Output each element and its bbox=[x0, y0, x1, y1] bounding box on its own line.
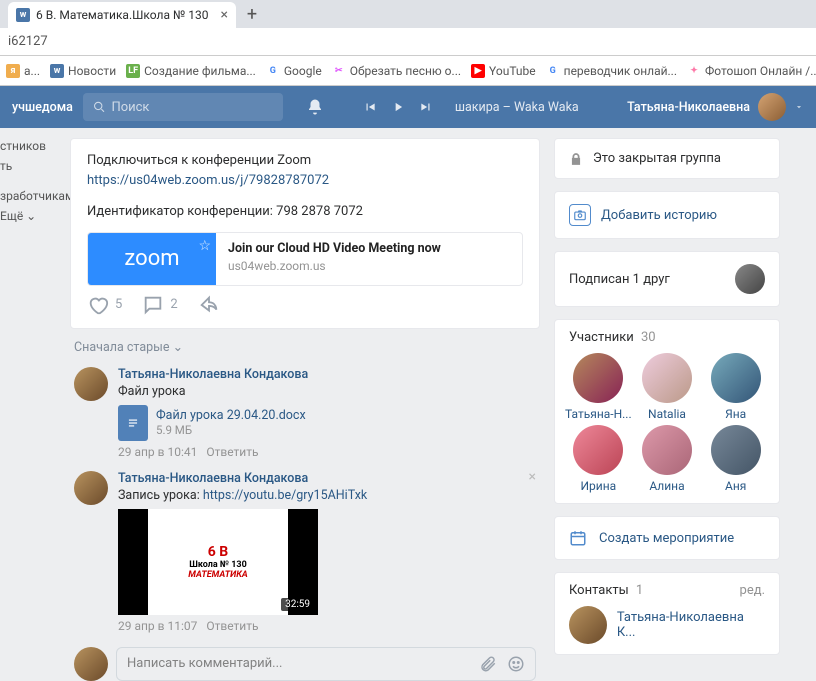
comment-avatar[interactable] bbox=[74, 471, 108, 505]
post-card: Подключиться к конференции Zoom https://… bbox=[70, 138, 540, 329]
close-tab-icon[interactable]: × bbox=[221, 7, 228, 23]
bookmark[interactable]: яa... bbox=[6, 64, 40, 78]
closed-group-notice: Это закрытая группа bbox=[554, 138, 780, 179]
nav-item[interactable]: зработчикам bbox=[0, 186, 60, 206]
link-title: Join our Cloud HD Video Meeting now bbox=[228, 241, 441, 256]
tab-title: 6 В. Математика.Школа № 130 bbox=[36, 8, 209, 22]
video-link[interactable]: https://youtu.be/gry15AHiTxk bbox=[203, 488, 367, 503]
add-story-button[interactable]: Добавить историю bbox=[554, 191, 780, 239]
subscribers-block[interactable]: Подписан 1 друг bbox=[554, 251, 780, 307]
vk-header: учшедома шакира – Waka Waka Татьяна-Нико… bbox=[0, 86, 816, 128]
nav-more[interactable]: Ещё ⌄ bbox=[0, 206, 60, 226]
file-name: Файл урока 29.04.20.docx bbox=[156, 408, 306, 423]
comment: Татьяна-Николаевна Кондакова Файл урока … bbox=[70, 361, 540, 465]
reply-link[interactable]: Ответить bbox=[206, 619, 258, 633]
close-icon[interactable]: × bbox=[529, 469, 536, 485]
zoom-logo: zoom ☆ bbox=[88, 233, 216, 285]
track-title[interactable]: шакира – Waka Waka bbox=[455, 100, 579, 115]
comment-input[interactable]: Написать комментарий... bbox=[116, 647, 536, 681]
nav-item[interactable]: ть bbox=[0, 156, 60, 176]
contacts-title[interactable]: Контакты bbox=[569, 583, 629, 598]
comment-button[interactable]: 2 bbox=[142, 294, 177, 316]
search-box[interactable] bbox=[83, 93, 283, 121]
search-input[interactable] bbox=[111, 100, 272, 115]
zoom-link[interactable]: https://us04web.zoom.us/j/79828787072 bbox=[87, 173, 329, 188]
post-actions: 5 2 bbox=[87, 294, 523, 316]
bookmark[interactable]: Gпереводчик онлай... bbox=[546, 64, 677, 78]
member[interactable]: Татьяна-Н... bbox=[565, 353, 632, 421]
calendar-icon bbox=[569, 529, 587, 547]
left-nav: стников ть зработчикам Ещё ⌄ bbox=[0, 128, 60, 613]
search-icon bbox=[93, 100, 106, 114]
edit-link[interactable]: ред. bbox=[740, 583, 765, 598]
member[interactable]: Яна bbox=[702, 353, 769, 421]
post-text: Подключиться к конференции Zoom https://… bbox=[87, 151, 523, 222]
share-button[interactable] bbox=[198, 294, 220, 316]
prev-track-icon[interactable] bbox=[363, 100, 377, 114]
address-bar[interactable]: i62127 bbox=[0, 28, 816, 56]
bookmark[interactable]: wНовости bbox=[50, 64, 116, 78]
contacts-block: Контакты 1 ред. Татьяна-Николаевна К... bbox=[554, 572, 780, 655]
comment-text: Файл урока bbox=[118, 384, 308, 399]
comment-avatar[interactable] bbox=[74, 367, 108, 401]
new-tab-button[interactable]: + bbox=[240, 2, 264, 26]
file-attachment[interactable]: Файл урока 29.04.20.docx 5.9 МБ bbox=[118, 405, 308, 441]
comment: × Татьяна-Николаевна Кондакова Запись ур… bbox=[70, 465, 540, 639]
link-preview-card[interactable]: zoom ☆ Join our Cloud HD Video Meeting n… bbox=[87, 232, 523, 286]
members-count: 30 bbox=[641, 330, 656, 345]
video-duration: 32:59 bbox=[281, 598, 314, 611]
notifications-icon[interactable] bbox=[305, 97, 325, 117]
browser-tab-bar: w 6 В. Математика.Школа № 130 × + bbox=[0, 0, 816, 28]
music-controls: шакира – Waka Waka bbox=[363, 100, 579, 115]
bookmarks-bar: яa... wНовости LFСоздание фильма... GGoo… bbox=[0, 56, 816, 86]
nav-item[interactable]: стников bbox=[0, 136, 60, 156]
member[interactable]: Ирина bbox=[565, 425, 632, 493]
avatar bbox=[735, 264, 765, 294]
username: Татьяна-Николаевна bbox=[627, 100, 750, 115]
lock-icon bbox=[569, 152, 583, 166]
comment-author[interactable]: Татьяна-Николаевна Кондакова bbox=[118, 367, 308, 382]
chevron-down-icon bbox=[794, 102, 804, 112]
like-button[interactable]: 5 bbox=[87, 294, 122, 316]
file-size: 5.9 МБ bbox=[156, 423, 306, 437]
doc-icon bbox=[118, 405, 148, 441]
contact[interactable]: Татьяна-Николаевна К... bbox=[569, 606, 765, 644]
browser-tab[interactable]: w 6 В. Математика.Школа № 130 × bbox=[8, 2, 236, 28]
member[interactable]: Алина bbox=[634, 425, 701, 493]
my-avatar bbox=[74, 647, 108, 681]
user-menu[interactable]: Татьяна-Николаевна bbox=[627, 93, 804, 121]
camera-icon bbox=[569, 204, 591, 226]
video-thumbnail[interactable]: 6 В Школа № 130 МАТЕМАТИКА 32:59 bbox=[118, 509, 318, 615]
avatar bbox=[569, 606, 607, 644]
attach-icon[interactable] bbox=[479, 655, 497, 673]
bookmark[interactable]: ✂Обрезать песню о... bbox=[332, 64, 461, 78]
emoji-icon[interactable] bbox=[507, 655, 525, 673]
comment-text: Запись урока: https://youtu.be/gry15AHiT… bbox=[118, 488, 367, 503]
comment-author[interactable]: Татьяна-Николаевна Кондакова bbox=[118, 471, 367, 486]
member[interactable]: Natalia bbox=[634, 353, 701, 421]
bookmark[interactable]: LFСоздание фильма... bbox=[126, 64, 256, 78]
bookmark[interactable]: GGoogle bbox=[266, 64, 322, 78]
create-event-button[interactable]: Создать мероприятие bbox=[554, 516, 780, 560]
vk-favicon: w bbox=[16, 8, 30, 22]
comment-time: 29 апр в 10:41 bbox=[118, 445, 197, 459]
bookmark[interactable]: ✦Фотошоп Онлайн /... bbox=[687, 64, 816, 78]
link-domain: us04web.zoom.us bbox=[228, 259, 441, 273]
play-icon[interactable] bbox=[391, 100, 405, 114]
bookmark[interactable]: ▶YouTube bbox=[471, 64, 536, 78]
comment-input-row: Написать комментарий... bbox=[70, 639, 540, 681]
reply-link[interactable]: Ответить bbox=[206, 445, 258, 459]
next-track-icon[interactable] bbox=[419, 100, 433, 114]
hashtag-label: учшедома bbox=[12, 100, 73, 115]
member[interactable]: Аня bbox=[702, 425, 769, 493]
members-title[interactable]: Участники bbox=[569, 330, 634, 345]
members-block: Участники 30 Татьяна-Н... Natalia Яна Ир… bbox=[554, 319, 780, 504]
user-avatar bbox=[758, 93, 786, 121]
star-icon[interactable]: ☆ bbox=[198, 238, 211, 254]
sort-dropdown[interactable]: Сначала старые ⌄ bbox=[74, 339, 540, 355]
comment-time: 29 апр в 11:07 bbox=[118, 619, 197, 633]
